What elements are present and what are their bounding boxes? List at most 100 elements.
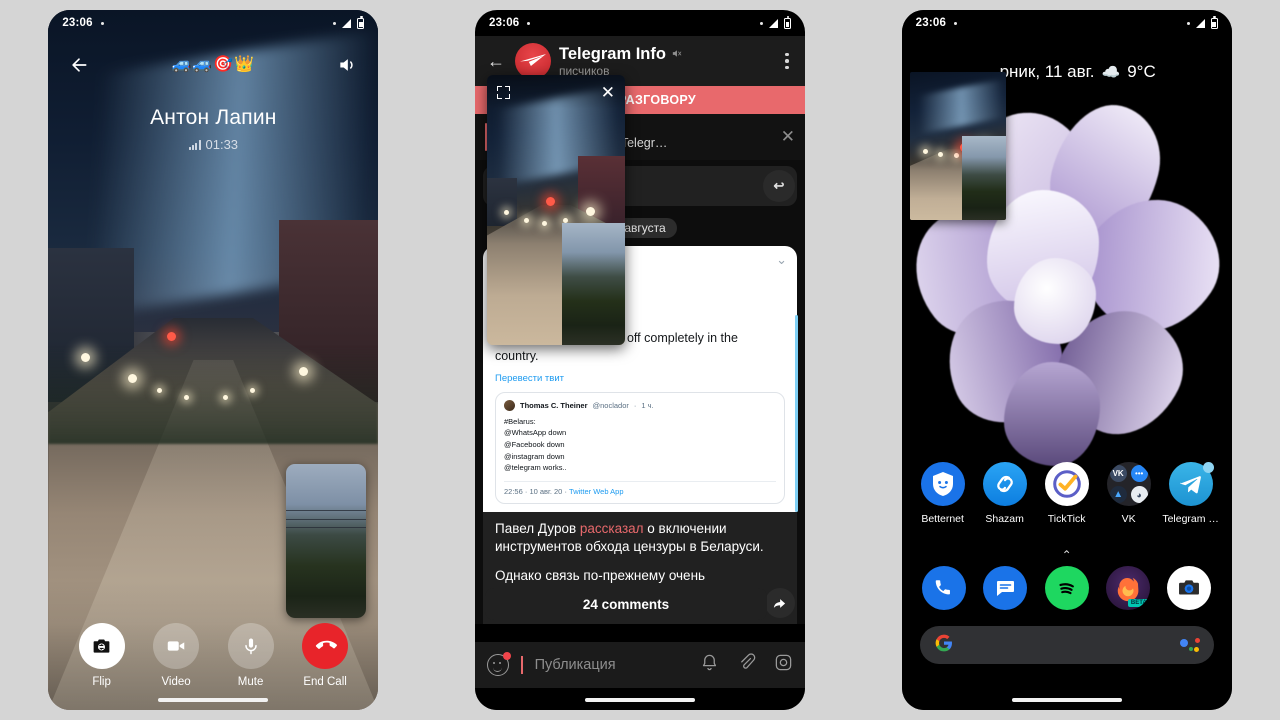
google-assistant-icon[interactable]: [1179, 638, 1200, 652]
channel-title: Telegram Info: [558, 44, 666, 63]
status-time: 23:06: [915, 17, 947, 29]
post-highlight[interactable]: рассказал: [580, 521, 644, 536]
muted-speaker-icon: [671, 45, 682, 64]
status-small-dot-icon: [1186, 21, 1190, 25]
end-call-label: End Call: [303, 676, 347, 688]
cloud-icon: ☁️: [1101, 64, 1121, 81]
tweet-line-6: country.: [494, 348, 539, 363]
app-ticktick[interactable]: TickTick: [1038, 462, 1096, 525]
pip-video-window[interactable]: [909, 72, 1006, 220]
mute-label: Mute: [237, 676, 264, 688]
comments-button[interactable]: 24 comments: [484, 588, 767, 620]
text-caret: [520, 656, 523, 674]
status-small-dot-icon: [333, 21, 337, 25]
quoted-tweet[interactable]: Thomas C. Theiner @noclador · 1 ч. #Bela…: [494, 391, 785, 504]
reply-arrow-icon[interactable]: ↩: [762, 170, 795, 202]
speaker-icon[interactable]: [332, 50, 362, 80]
back-arrow-icon[interactable]: [64, 50, 94, 80]
close-icon[interactable]: ✕: [781, 127, 795, 147]
app-betternet[interactable]: Betternet: [914, 462, 972, 525]
message-input-bar[interactable]: Публикация: [474, 642, 805, 688]
expand-icon[interactable]: [496, 85, 510, 99]
close-icon[interactable]: ✕: [601, 84, 615, 101]
battery-icon: [783, 15, 791, 29]
overflow-menu-icon[interactable]: [779, 47, 795, 76]
sticker-smiley-icon[interactable]: [486, 652, 511, 676]
pip-self-view[interactable]: [961, 136, 1006, 220]
dock-camera[interactable]: [1160, 566, 1218, 610]
flip-camera-label: Flip: [92, 676, 111, 688]
battery-icon: [357, 15, 365, 29]
avatar: [503, 399, 515, 411]
quoted-line: @Facebook down: [503, 440, 565, 449]
messages-icon: [983, 566, 1028, 610]
quoted-footer-source[interactable]: Twitter Web App: [569, 487, 623, 496]
vk-folder-icon: VK ••• ▲ ◕: [1106, 462, 1151, 506]
paperclip-icon[interactable]: [737, 653, 756, 677]
channel-avatar[interactable]: [514, 43, 551, 79]
notification-bell-icon[interactable]: [700, 653, 719, 677]
nav-gesture-pill[interactable]: [584, 698, 695, 702]
call-controls: Flip Video Mute End Call: [48, 623, 378, 688]
post-paragraph-1: Павел Дуров рассказал о включении инстру…: [495, 520, 785, 556]
flip-camera-icon: [78, 623, 125, 669]
weather-date: рник, 11 авг.: [999, 62, 1095, 81]
telegram-icon: [1168, 462, 1214, 506]
phone-telegram: 23:06 ← Telegram Info писчиков СЯ К РАЗГ…: [474, 10, 805, 710]
quoted-line: @WhatsApp down: [503, 428, 567, 438]
chevron-down-icon[interactable]: ⌄: [776, 252, 787, 268]
ticktick-icon: [1044, 462, 1089, 506]
status-small-dot-icon: [759, 21, 763, 25]
google-search-bar[interactable]: [919, 626, 1214, 664]
video-camera-icon: [153, 623, 200, 669]
call-top-bar: 🚙🚙🎯👑: [48, 36, 378, 94]
back-arrow-icon[interactable]: ←: [485, 51, 507, 72]
end-call-button[interactable]: End Call: [302, 623, 349, 688]
forward-arrow-icon[interactable]: [764, 588, 795, 618]
quoted-author-name: Thomas C. Theiner: [519, 400, 588, 410]
flip-camera-button[interactable]: Flip: [78, 623, 125, 688]
battery-icon: [1210, 15, 1218, 29]
channel-title-row: Telegram Info: [559, 45, 682, 64]
instagram-camera-icon[interactable]: [774, 653, 793, 677]
status-bar: 23:06: [475, 10, 805, 36]
pip-self-view[interactable]: [561, 223, 625, 345]
dock-firefox-beta[interactable]: BETA: [1099, 566, 1157, 610]
quoted-footer-date: 10 авг. 20: [529, 486, 563, 496]
chevron-up-icon[interactable]: ⌃: [1062, 548, 1072, 562]
mute-button[interactable]: Mute: [227, 623, 274, 688]
shazam-icon: [982, 462, 1027, 506]
translate-tweet-link[interactable]: Перевести твит: [495, 373, 785, 384]
google-g-icon: [934, 633, 954, 658]
app-label: TickTick: [1047, 513, 1086, 525]
dock-spotify[interactable]: [1038, 566, 1096, 610]
camera-icon: [1166, 566, 1211, 610]
nav-gesture-pill[interactable]: [158, 698, 269, 702]
app-shazam[interactable]: Shazam: [976, 462, 1034, 525]
app-grid-row: Betternet Shazam TickTick VK ••• ▲ ◕ VK …: [902, 462, 1232, 525]
app-telegram[interactable]: Telegram …: [1162, 462, 1220, 525]
video-toggle-button[interactable]: Video: [153, 623, 200, 688]
betternet-icon: [920, 462, 965, 506]
app-label: Shazam: [985, 513, 1024, 525]
phone-home-screen: 23:06 рник, 11 авг. ☁️ 9°C Betternet Sha…: [901, 10, 1232, 710]
pip-video-window[interactable]: ✕: [486, 75, 625, 345]
dock-phone[interactable]: [915, 566, 973, 610]
quoted-line: @telegram works..: [503, 463, 567, 473]
message-input-placeholder[interactable]: Публикация: [535, 657, 616, 673]
self-view-thumbnail[interactable]: [286, 464, 367, 618]
status-bar: 23:06: [902, 10, 1232, 36]
pip-controls: ✕: [486, 75, 625, 109]
weather-temperature: 9°C: [1127, 62, 1156, 81]
dock-messages[interactable]: [976, 566, 1034, 610]
quoted-author-handle: @noclador: [592, 400, 629, 410]
contact-name: Антон Лапин: [150, 106, 277, 129]
app-vk-folder[interactable]: VK ••• ▲ ◕ VK: [1100, 462, 1158, 525]
signal-icon: [1195, 18, 1205, 28]
status-bar: 23:06: [48, 10, 378, 36]
status-time: 23:06: [488, 17, 520, 29]
post-text-a: Павел Дуров: [494, 520, 580, 536]
nav-gesture-pill[interactable]: [1011, 698, 1122, 702]
beta-badge: BETA: [1127, 599, 1150, 607]
quoted-line: @instagram down: [503, 451, 565, 461]
